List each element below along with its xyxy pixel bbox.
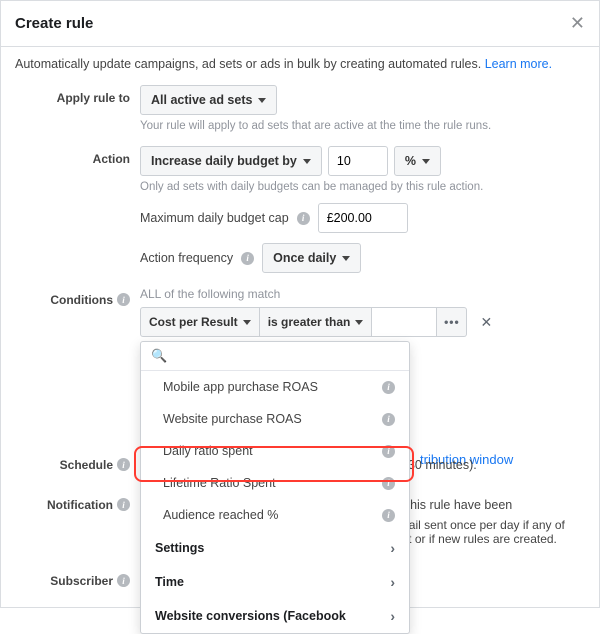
intro-text: Automatically update campaigns, ad sets … bbox=[15, 57, 585, 71]
dropdown-header-label: Website conversions (Facebook bbox=[155, 609, 346, 623]
action-unit-value: % bbox=[405, 154, 416, 168]
conditions-label: Conditions bbox=[50, 293, 113, 307]
dropdown-item-lifetime-ratio[interactable]: Lifetime Ratio Spent i bbox=[141, 467, 409, 499]
dropdown-item-daily-ratio[interactable]: Daily ratio spent i bbox=[141, 435, 409, 467]
freq-value: Once daily bbox=[273, 251, 336, 265]
dropdown-item-label: Daily ratio spent bbox=[163, 444, 253, 458]
condition-value-input[interactable] bbox=[372, 307, 437, 337]
info-icon[interactable]: i bbox=[382, 381, 395, 394]
condition-metric-value: Cost per Result bbox=[149, 315, 238, 329]
learn-more-link[interactable]: Learn more. bbox=[485, 57, 552, 71]
condition-metric-select[interactable]: Cost per Result bbox=[140, 307, 260, 337]
dropdown-item-audience-reached[interactable]: Audience reached % i bbox=[141, 499, 409, 531]
dropdown-header-label: Settings bbox=[155, 541, 204, 555]
info-icon[interactable]: i bbox=[117, 498, 130, 511]
info-icon[interactable]: i bbox=[382, 445, 395, 458]
info-icon[interactable]: i bbox=[297, 212, 310, 225]
dropdown-item-label: Mobile app purchase ROAS bbox=[163, 380, 318, 394]
notification-label: Notification bbox=[47, 498, 113, 512]
apply-rule-label: Apply rule to bbox=[15, 85, 140, 132]
dropdown-item-label: Website purchase ROAS bbox=[163, 412, 302, 426]
more-options-button[interactable]: ••• bbox=[437, 307, 467, 337]
cap-input[interactable] bbox=[318, 203, 408, 233]
dropdown-header-label: Time bbox=[155, 575, 184, 589]
dropdown-item-mobile-roas[interactable]: Mobile app purchase ROAS i bbox=[141, 371, 409, 403]
freq-label: Action frequency bbox=[140, 251, 233, 265]
info-icon[interactable]: i bbox=[117, 293, 130, 306]
caret-down-icon bbox=[355, 320, 363, 325]
apply-rule-select[interactable]: All active ad sets bbox=[140, 85, 277, 115]
info-icon[interactable]: i bbox=[382, 509, 395, 522]
caret-down-icon bbox=[342, 256, 350, 261]
action-unit-select[interactable]: % bbox=[394, 146, 441, 176]
info-icon[interactable]: i bbox=[382, 413, 395, 426]
dropdown-item-label: Lifetime Ratio Spent bbox=[163, 476, 276, 490]
subscriber-label: Subscriber bbox=[50, 574, 113, 588]
schedule-label: Schedule bbox=[60, 458, 113, 472]
metric-dropdown: 🔍 Mobile app purchase ROAS i Website pur… bbox=[140, 341, 410, 634]
search-icon: 🔍 bbox=[151, 348, 167, 364]
caret-down-icon bbox=[422, 159, 430, 164]
info-icon[interactable]: i bbox=[241, 252, 254, 265]
cap-label: Maximum daily budget cap bbox=[140, 211, 289, 225]
condition-operator-select[interactable]: is greater than bbox=[260, 307, 373, 337]
action-amount-input[interactable] bbox=[328, 146, 388, 176]
chevron-right-icon: › bbox=[390, 574, 395, 590]
action-select[interactable]: Increase daily budget by bbox=[140, 146, 322, 176]
dialog-title: Create rule bbox=[15, 15, 93, 32]
apply-rule-value: All active ad sets bbox=[151, 93, 252, 107]
freq-select[interactable]: Once daily bbox=[262, 243, 361, 273]
caret-down-icon bbox=[258, 98, 266, 103]
dropdown-item-website-roas[interactable]: Website purchase ROAS i bbox=[141, 403, 409, 435]
remove-condition-button[interactable]: ✕ bbox=[471, 307, 501, 337]
action-value: Increase daily budget by bbox=[151, 154, 297, 168]
dropdown-search-input[interactable] bbox=[173, 348, 399, 364]
info-icon[interactable]: i bbox=[382, 477, 395, 490]
info-icon[interactable]: i bbox=[117, 574, 130, 587]
close-icon[interactable]: ✕ bbox=[570, 13, 585, 34]
apply-rule-help: Your rule will apply to ad sets that are… bbox=[140, 120, 585, 132]
chevron-right-icon: › bbox=[390, 608, 395, 624]
intro-text-content: Automatically update campaigns, ad sets … bbox=[15, 57, 485, 71]
dropdown-header-settings[interactable]: Settings › bbox=[141, 531, 409, 565]
dropdown-item-label: Audience reached % bbox=[163, 508, 278, 522]
condition-operator-value: is greater than bbox=[268, 315, 351, 329]
action-label: Action bbox=[15, 146, 140, 273]
caret-down-icon bbox=[243, 320, 251, 325]
chevron-right-icon: › bbox=[390, 540, 395, 556]
dropdown-header-website-conversions[interactable]: Website conversions (Facebook › bbox=[141, 599, 409, 633]
dropdown-header-time[interactable]: Time › bbox=[141, 565, 409, 599]
action-help: Only ad sets with daily budgets can be m… bbox=[140, 181, 585, 193]
all-match-text: ALL of the following match bbox=[140, 287, 585, 301]
caret-down-icon bbox=[303, 159, 311, 164]
info-icon[interactable]: i bbox=[117, 458, 130, 471]
